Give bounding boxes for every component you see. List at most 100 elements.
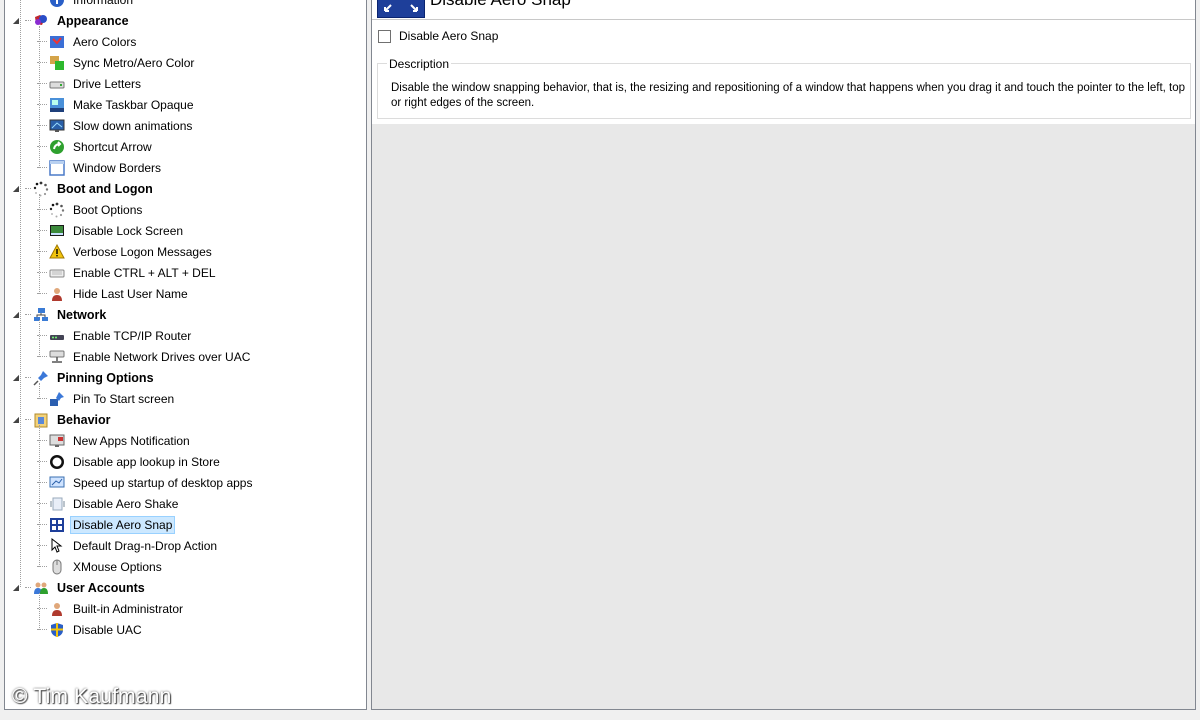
tree-connector <box>39 425 40 567</box>
tree-item-label: Enable TCP/IP Router <box>73 328 192 343</box>
tree-category-label: Network <box>57 307 107 322</box>
detail-title: Disable Aero Snap <box>430 0 571 10</box>
tree-item-verbose-logon-messages[interactable]: Verbose Logon Messages <box>37 241 215 262</box>
info-icon <box>49 0 65 8</box>
expand-triangle-icon[interactable]: ◢ <box>11 16 21 25</box>
user-icon <box>49 286 65 302</box>
tree-item-label: Disable Aero Snap <box>70 515 176 534</box>
router-icon <box>49 328 65 344</box>
tree-item-label: Boot Options <box>73 202 143 217</box>
aero-shake-icon <box>49 496 65 512</box>
tree-item-default-drag-n-drop-action[interactable]: Default Drag-n-Drop Action <box>37 535 220 556</box>
tree-item-enable-tcp-ip-router[interactable]: Enable TCP/IP Router <box>37 325 194 346</box>
pin-icon <box>33 370 49 386</box>
tree-item-label: Disable Lock Screen <box>73 223 184 238</box>
tree-item-enable-ctrl-alt-del[interactable]: Enable CTRL + ALT + DEL <box>37 262 219 283</box>
tree-item-disable-aero-snap[interactable]: Disable Aero Snap <box>37 514 176 535</box>
expand-triangle-icon[interactable]: ◢ <box>11 583 21 592</box>
pin-start-icon <box>49 391 65 407</box>
tree-item-label: Information <box>70 0 136 9</box>
tree-item-information[interactable]: Information <box>45 0 136 10</box>
uac-shield-icon <box>49 622 65 638</box>
tree-category-behavior[interactable]: ◢ Behavior <box>11 409 114 430</box>
network-drive-icon <box>49 349 65 365</box>
tree-item-disable-lock-screen[interactable]: Disable Lock Screen <box>37 220 186 241</box>
tree-connector <box>25 188 31 189</box>
detail-pane: Disable Aero Snap Disable Aero Snap Desc… <box>371 0 1196 710</box>
tree-category-user-accounts[interactable]: ◢ User Accounts <box>11 577 148 598</box>
tree-item-enable-network-drives-over-uac[interactable]: Enable Network Drives over UAC <box>37 346 253 367</box>
aero-snap-icon <box>49 517 65 533</box>
expand-triangle-icon[interactable]: ◢ <box>11 184 21 193</box>
tree-item-window-borders[interactable]: Window Borders <box>37 157 164 178</box>
tree-item-drive-letters[interactable]: Drive Letters <box>37 73 144 94</box>
warning-icon <box>49 243 65 260</box>
tree-connector <box>39 383 40 399</box>
shortcut-arrow-icon <box>49 139 65 155</box>
description-text: Disable the window snapping behavior, th… <box>391 82 1186 109</box>
tree-category-pinning-options[interactable]: ◢ Pinning Options <box>11 367 157 388</box>
store-icon <box>49 454 65 470</box>
tree-connector <box>39 320 40 357</box>
tree-item-disable-app-lookup-in-store[interactable]: Disable app lookup in Store <box>37 451 223 472</box>
tree-item-label: Aero Colors <box>73 34 137 49</box>
tree-connector <box>25 20 31 21</box>
tree-item-slow-down-animations[interactable]: Slow down animations <box>37 115 195 136</box>
tree-item-make-taskbar-opaque[interactable]: Make Taskbar Opaque <box>37 94 197 115</box>
tree-item-shortcut-arrow[interactable]: Shortcut Arrow <box>37 136 155 157</box>
appearance-icon <box>33 13 49 29</box>
tree-item-sync-metro-aero-color[interactable]: Sync Metro/Aero Color <box>37 52 197 73</box>
notification-icon <box>49 433 65 449</box>
keyboard-icon <box>49 265 65 281</box>
tree-connector <box>39 26 40 168</box>
aero-snap-icon <box>377 0 425 18</box>
tree-item-new-apps-notification[interactable]: New Apps Notification <box>37 430 193 451</box>
watermark: © Tim Kaufmann <box>12 685 172 708</box>
expand-triangle-icon[interactable]: ◢ <box>11 310 21 319</box>
disable-aero-snap-option[interactable]: Disable Aero Snap <box>378 29 498 43</box>
tree-item-label: Disable app lookup in Store <box>73 454 220 469</box>
expand-triangle-icon[interactable]: ◢ <box>11 373 21 382</box>
tree-category-boot-and-logon[interactable]: ◢ Boot and Logon <box>11 178 156 199</box>
tree-item-built-in-administrator[interactable]: Built-in Administrator <box>37 598 186 619</box>
tree-item-aero-colors[interactable]: Aero Colors <box>37 31 139 52</box>
tree-item-label: Make Taskbar Opaque <box>73 97 194 112</box>
tree-item-label: Disable UAC <box>73 622 142 637</box>
tree-item-label: XMouse Options <box>73 559 162 574</box>
users-icon <box>33 580 49 596</box>
tree-category-label: User Accounts <box>57 580 145 595</box>
detail-header: Disable Aero Snap <box>372 0 1195 20</box>
tree-item-hide-last-user-name[interactable]: Hide Last User Name <box>37 283 191 304</box>
settings-tree[interactable]: Information ◢ Appearance Aero Colors Sync Me… <box>4 0 367 710</box>
tree-connector <box>20 0 21 587</box>
drive-icon <box>49 76 65 92</box>
tree-category-appearance[interactable]: ◢ Appearance <box>11 10 132 31</box>
window-icon <box>49 159 65 176</box>
tree-item-xmouse-options[interactable]: XMouse Options <box>37 556 165 577</box>
tree-connector <box>25 419 31 420</box>
aero-colors-icon <box>49 34 65 50</box>
tree-connector <box>25 377 31 378</box>
tree-item-pin-to-start-screen[interactable]: Pin To Start screen <box>37 388 177 409</box>
tree-item-boot-options[interactable]: Boot Options <box>37 199 145 220</box>
tree-connector <box>39 593 40 630</box>
tree-item-disable-uac[interactable]: Disable UAC <box>37 619 145 640</box>
tree-item-label: Drive Letters <box>73 76 142 91</box>
description-title: Description <box>387 57 452 71</box>
tree-category-label: Pinning Options <box>57 370 154 385</box>
tree-item-label: New Apps Notification <box>73 433 190 448</box>
description-group: Description Disable the window snapping … <box>377 57 1191 119</box>
tree-category-label: Appearance <box>57 13 129 28</box>
tree-item-label: Pin To Start screen <box>73 391 175 406</box>
disable-aero-snap-checkbox[interactable] <box>378 29 391 43</box>
tree-category-network[interactable]: ◢ Network <box>11 304 109 325</box>
tree-connector <box>25 587 31 588</box>
tree-item-disable-aero-shake[interactable]: Disable Aero Shake <box>37 493 181 514</box>
mouse-icon <box>49 559 65 575</box>
tree-item-speed-up-startup-of-desktop-apps[interactable]: Speed up startup of desktop apps <box>37 472 255 493</box>
expand-triangle-icon[interactable]: ◢ <box>11 415 21 424</box>
option-label: Disable Aero Snap <box>399 29 499 43</box>
tree-item-label: Verbose Logon Messages <box>73 244 212 259</box>
lock-screen-icon <box>49 223 65 239</box>
tree-item-label: Window Borders <box>73 160 162 175</box>
